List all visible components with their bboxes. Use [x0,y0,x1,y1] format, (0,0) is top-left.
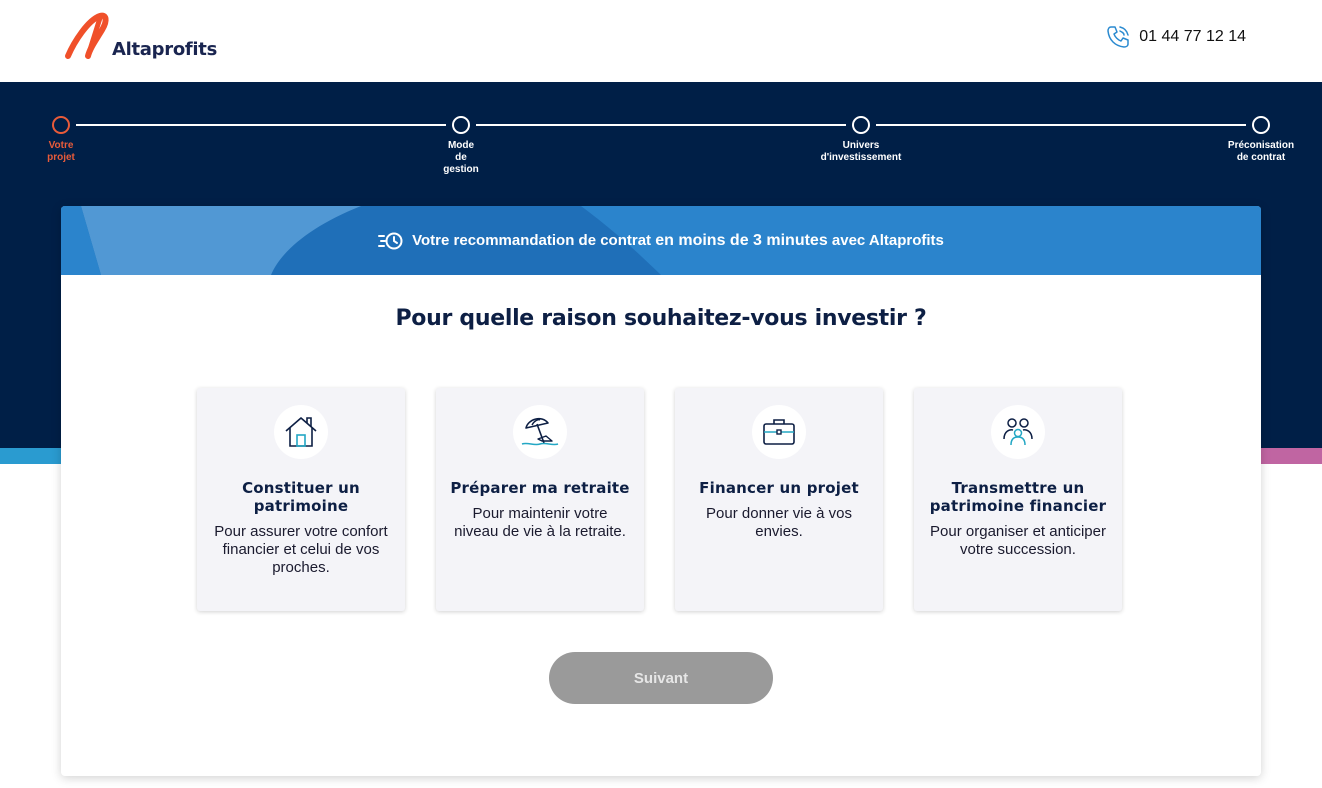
next-button[interactable]: Suivant [549,652,773,704]
option-title: Préparer ma retraite [450,479,630,497]
step-dot [1252,116,1270,134]
beach-umbrella-icon [521,417,559,446]
options-grid: Constituer un patrimoine Pour assurer vo… [197,388,1122,611]
phone-number[interactable]: 01 44 77 12 14 [1139,28,1246,46]
option-financer-projet[interactable]: Financer un projet Pour donner vie à vos… [675,388,883,611]
option-constituer-patrimoine[interactable]: Constituer un patrimoine Pour assurer vo… [197,388,405,611]
step-dot [52,116,70,134]
site-header: Altaprofits 01 44 77 12 14 [0,0,1322,82]
step-dot [452,116,470,134]
step-preconisation-contrat: Préconisation de contrat [1211,116,1311,164]
step-label: Préconisation de contrat [1227,140,1295,163]
option-transmettre-patrimoine[interactable]: Transmettre un patrimoine financier Pour… [914,388,1122,611]
option-description: Pour organiser et anticiper votre succes… [930,523,1106,558]
logo-mark-icon [65,12,109,59]
step-label: Votre projet [47,140,75,163]
accent-strip-right [1260,448,1322,464]
briefcase-icon [763,419,795,445]
option-title: Transmettre un patrimoine financier [929,479,1107,515]
logo-text: Altaprofits [112,39,217,60]
option-title: Constituer un patrimoine [242,479,360,515]
step-connector [876,124,1246,126]
info-banner: Votre recommandation de contrat en moins… [61,206,1261,275]
option-description: Pour maintenir votre niveau de vie à la … [454,505,626,540]
step-univers-investissement: Univers d'investissement [811,116,911,164]
step-votre-projet: Votre projet [11,116,111,164]
clock-fast-icon [378,232,403,249]
phone-contact[interactable]: 01 44 77 12 14 [1105,24,1246,50]
house-icon [285,417,317,447]
option-description: Pour assurer votre confort financier et … [214,523,388,576]
altaprofits-logo[interactable]: Altaprofits [64,12,217,62]
option-description: Pour donner vie à vos envies. [706,505,852,540]
phone-icon [1107,26,1129,48]
accent-strip-left [0,448,62,464]
question-title: Pour quelle raison souhaitez-vous invest… [395,306,927,331]
banner-content: Votre recommandation de contrat en moins… [61,206,1261,275]
step-connector [476,124,846,126]
step-mode-de-gestion: Mode de gestion [411,116,511,176]
step-dot [852,116,870,134]
banner-text: Votre recommandation de contrat en moins… [412,231,944,249]
family-icon [1003,418,1033,446]
progress-stepper: Votre projet Mode de gestion Univers d'i… [0,82,1322,192]
questionnaire-card: Votre recommandation de contrat en moins… [61,206,1261,776]
option-preparer-retraite[interactable]: Préparer ma retraite Pour maintenir votr… [436,388,644,611]
step-label: Mode de gestion [443,140,479,175]
step-connector [76,124,446,126]
step-label: Univers d'investissement [820,140,902,163]
option-title: Financer un projet [699,479,859,497]
